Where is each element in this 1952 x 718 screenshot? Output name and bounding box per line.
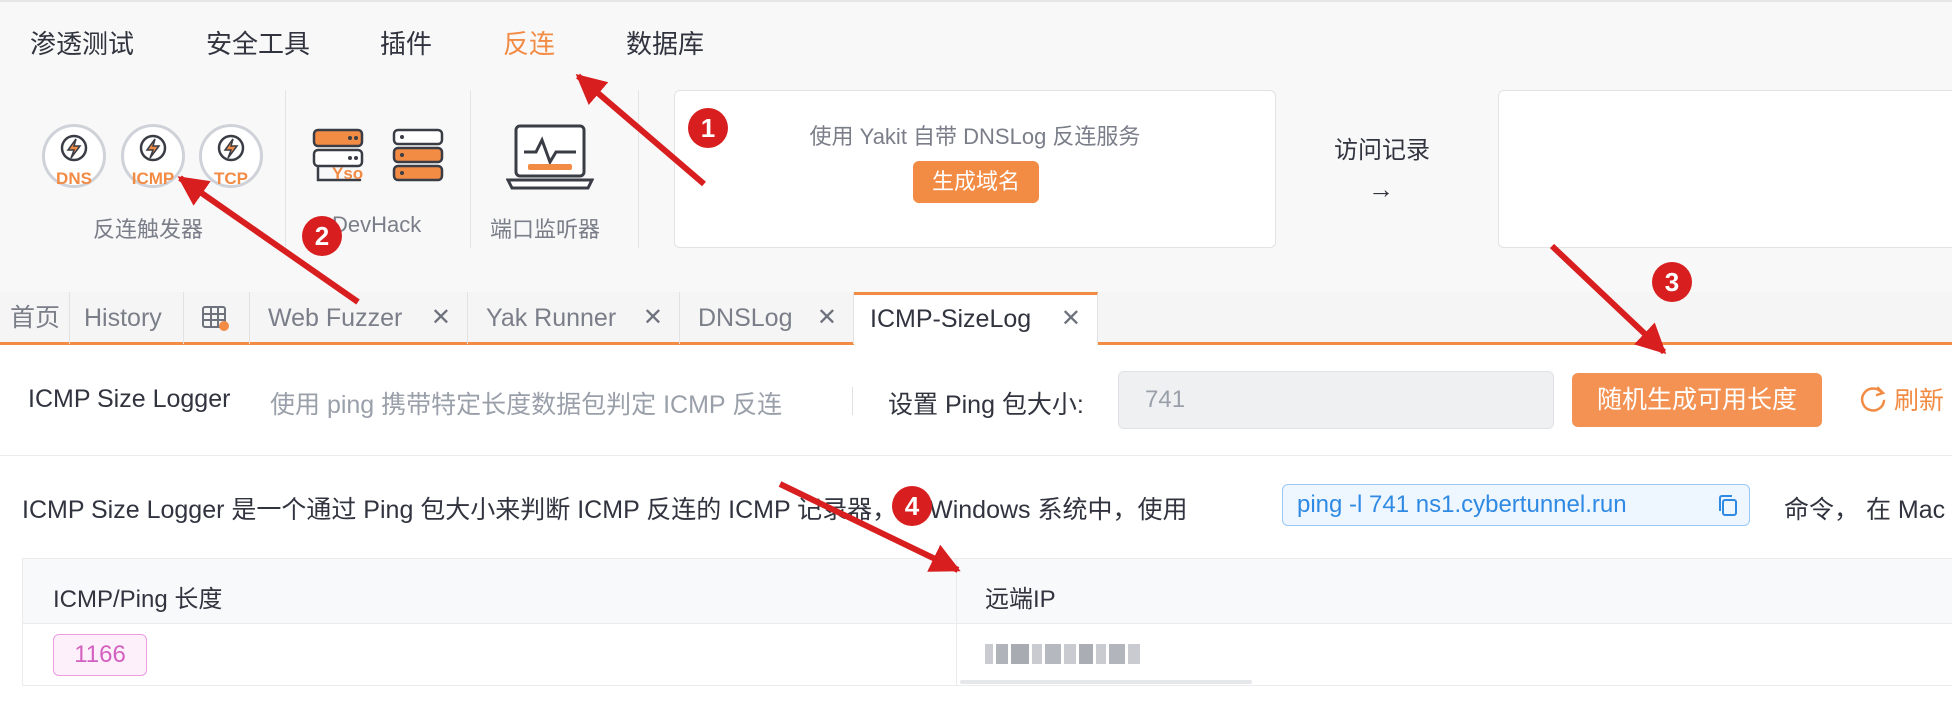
annotation-arrow-4 [778, 481, 961, 573]
annotation-arrows [177, 73, 1667, 573]
annotation-arrow-1 [575, 73, 706, 187]
annotation-arrow-3 [1549, 243, 1667, 355]
annotation-badge-4: 4 [892, 486, 932, 526]
annotation-badge-3: 3 [1652, 262, 1692, 302]
annotation-badge-2: 2 [302, 216, 342, 256]
annotation-badge-1: 1 [688, 108, 728, 148]
